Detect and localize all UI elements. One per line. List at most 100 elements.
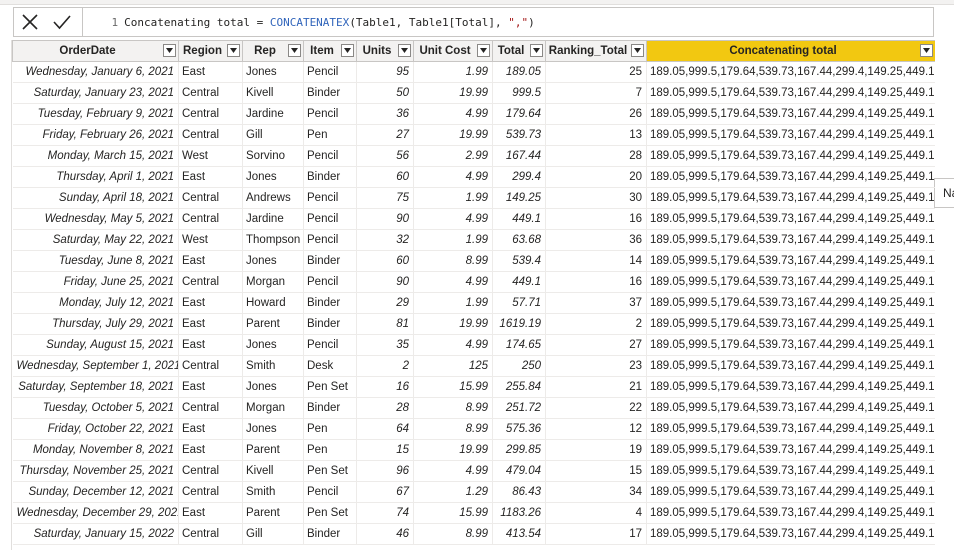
cell-item[interactable]: Binder: [303, 82, 357, 104]
cell-units[interactable]: 60: [356, 166, 414, 188]
cell-total[interactable]: 255.84: [492, 376, 546, 398]
cell-unit-cost[interactable]: 8.99: [413, 418, 493, 440]
cell-item[interactable]: Pen: [303, 439, 357, 461]
cell-concatenating-total[interactable]: 189.05,999.5,179.64,539.73,167.44,299.4,…: [646, 460, 935, 482]
cell-order-date[interactable]: Sunday, August 15, 2021: [12, 334, 179, 356]
cell-total[interactable]: 999.5: [492, 82, 546, 104]
column-filter-button[interactable]: [631, 44, 644, 57]
cell-item[interactable]: Pencil: [303, 271, 357, 293]
cell-total[interactable]: 299.85: [492, 439, 546, 461]
cell-rep[interactable]: Andrews: [242, 187, 304, 209]
cell-total[interactable]: 539.73: [492, 124, 546, 146]
cell-unit-cost[interactable]: 19.99: [413, 82, 493, 104]
cell-order-date[interactable]: Wednesday, May 5, 2021: [12, 208, 179, 230]
cell-concatenating-total[interactable]: 189.05,999.5,179.64,539.73,167.44,299.4,…: [646, 82, 935, 104]
cell-region[interactable]: Central: [178, 355, 243, 377]
cell-ranking-total[interactable]: 22: [545, 397, 647, 419]
cell-region[interactable]: Central: [178, 208, 243, 230]
cell-item[interactable]: Pen Set: [303, 460, 357, 482]
cell-total[interactable]: 179.64: [492, 103, 546, 125]
cell-units[interactable]: 29: [356, 292, 414, 314]
cell-unit-cost[interactable]: 4.99: [413, 271, 493, 293]
cell-units[interactable]: 95: [356, 61, 414, 83]
cell-unit-cost[interactable]: 15.99: [413, 376, 493, 398]
cell-ranking-total[interactable]: 16: [545, 208, 647, 230]
cell-order-date[interactable]: Tuesday, February 9, 2021: [12, 103, 179, 125]
cell-order-date[interactable]: Friday, June 25, 2021: [12, 271, 179, 293]
cell-units[interactable]: 81: [356, 313, 414, 335]
cell-ranking-total[interactable]: 37: [545, 292, 647, 314]
cell-concatenating-total[interactable]: 189.05,999.5,179.64,539.73,167.44,299.4,…: [646, 187, 935, 209]
cell-concatenating-total[interactable]: 189.05,999.5,179.64,539.73,167.44,299.4,…: [646, 481, 935, 503]
commit-formula-button[interactable]: [46, 8, 78, 36]
column-filter-button[interactable]: [227, 44, 240, 57]
cell-rep[interactable]: Gill: [242, 124, 304, 146]
cell-concatenating-total[interactable]: 189.05,999.5,179.64,539.73,167.44,299.4,…: [646, 313, 935, 335]
cell-rep[interactable]: Jones: [242, 250, 304, 272]
cell-order-date[interactable]: Monday, November 8, 2021: [12, 439, 179, 461]
cell-order-date[interactable]: Saturday, September 18, 2021: [12, 376, 179, 398]
cell-region[interactable]: East: [178, 502, 243, 524]
cell-rep[interactable]: Sorvino: [242, 145, 304, 167]
cell-item[interactable]: Binder: [303, 397, 357, 419]
cell-item[interactable]: Pen Set: [303, 376, 357, 398]
column-header-units[interactable]: Units: [356, 40, 414, 62]
cell-units[interactable]: 50: [356, 82, 414, 104]
cell-concatenating-total[interactable]: 189.05,999.5,179.64,539.73,167.44,299.4,…: [646, 355, 935, 377]
cell-total[interactable]: 449.1: [492, 208, 546, 230]
cell-unit-cost[interactable]: 8.99: [413, 523, 493, 545]
column-filter-button[interactable]: [477, 44, 490, 57]
cell-item[interactable]: Pen: [303, 124, 357, 146]
cell-rep[interactable]: Kivell: [242, 460, 304, 482]
cell-total[interactable]: 539.4: [492, 250, 546, 272]
cancel-formula-button[interactable]: [14, 8, 46, 36]
cell-unit-cost[interactable]: 4.99: [413, 208, 493, 230]
cell-item[interactable]: Pencil: [303, 208, 357, 230]
cell-total[interactable]: 86.43: [492, 481, 546, 503]
cell-concatenating-total[interactable]: 189.05,999.5,179.64,539.73,167.44,299.4,…: [646, 418, 935, 440]
cell-ranking-total[interactable]: 20: [545, 166, 647, 188]
cell-item[interactable]: Pencil: [303, 229, 357, 251]
cell-region[interactable]: East: [178, 250, 243, 272]
cell-order-date[interactable]: Monday, July 12, 2021: [12, 292, 179, 314]
cell-concatenating-total[interactable]: 189.05,999.5,179.64,539.73,167.44,299.4,…: [646, 250, 935, 272]
cell-total[interactable]: 575.36: [492, 418, 546, 440]
cell-region[interactable]: East: [178, 418, 243, 440]
cell-item[interactable]: Binder: [303, 313, 357, 335]
cell-ranking-total[interactable]: 27: [545, 334, 647, 356]
column-filter-button[interactable]: [163, 44, 176, 57]
cell-order-date[interactable]: Tuesday, October 5, 2021: [12, 397, 179, 419]
cell-ranking-total[interactable]: 7: [545, 82, 647, 104]
cell-concatenating-total[interactable]: 189.05,999.5,179.64,539.73,167.44,299.4,…: [646, 271, 935, 293]
cell-item[interactable]: Pen: [303, 418, 357, 440]
cell-order-date[interactable]: Wednesday, December 29, 2021: [12, 502, 179, 524]
cell-ranking-total[interactable]: 19: [545, 439, 647, 461]
cell-rep[interactable]: Morgan: [242, 397, 304, 419]
cell-unit-cost[interactable]: 15.99: [413, 502, 493, 524]
cell-ranking-total[interactable]: 4: [545, 502, 647, 524]
cell-units[interactable]: 60: [356, 250, 414, 272]
cell-order-date[interactable]: Saturday, January 23, 2021: [12, 82, 179, 104]
cell-item[interactable]: Pencil: [303, 145, 357, 167]
cell-rep[interactable]: Kivell: [242, 82, 304, 104]
cell-ranking-total[interactable]: 28: [545, 145, 647, 167]
cell-item[interactable]: Binder: [303, 292, 357, 314]
cell-order-date[interactable]: Thursday, July 29, 2021: [12, 313, 179, 335]
cell-total[interactable]: 449.1: [492, 271, 546, 293]
cell-total[interactable]: 174.65: [492, 334, 546, 356]
cell-concatenating-total[interactable]: 189.05,999.5,179.64,539.73,167.44,299.4,…: [646, 124, 935, 146]
column-header-ranking-total[interactable]: Ranking_Total: [545, 40, 647, 62]
cell-item[interactable]: Pencil: [303, 61, 357, 83]
cell-rep[interactable]: Gill: [242, 523, 304, 545]
cell-item[interactable]: Binder: [303, 166, 357, 188]
cell-total[interactable]: 299.4: [492, 166, 546, 188]
cell-ranking-total[interactable]: 23: [545, 355, 647, 377]
cell-ranking-total[interactable]: 2: [545, 313, 647, 335]
cell-units[interactable]: 36: [356, 103, 414, 125]
cell-units[interactable]: 67: [356, 481, 414, 503]
cell-total[interactable]: 251.72: [492, 397, 546, 419]
cell-ranking-total[interactable]: 14: [545, 250, 647, 272]
cell-order-date[interactable]: Wednesday, January 6, 2021: [12, 61, 179, 83]
cell-ranking-total[interactable]: 26: [545, 103, 647, 125]
cell-units[interactable]: 27: [356, 124, 414, 146]
